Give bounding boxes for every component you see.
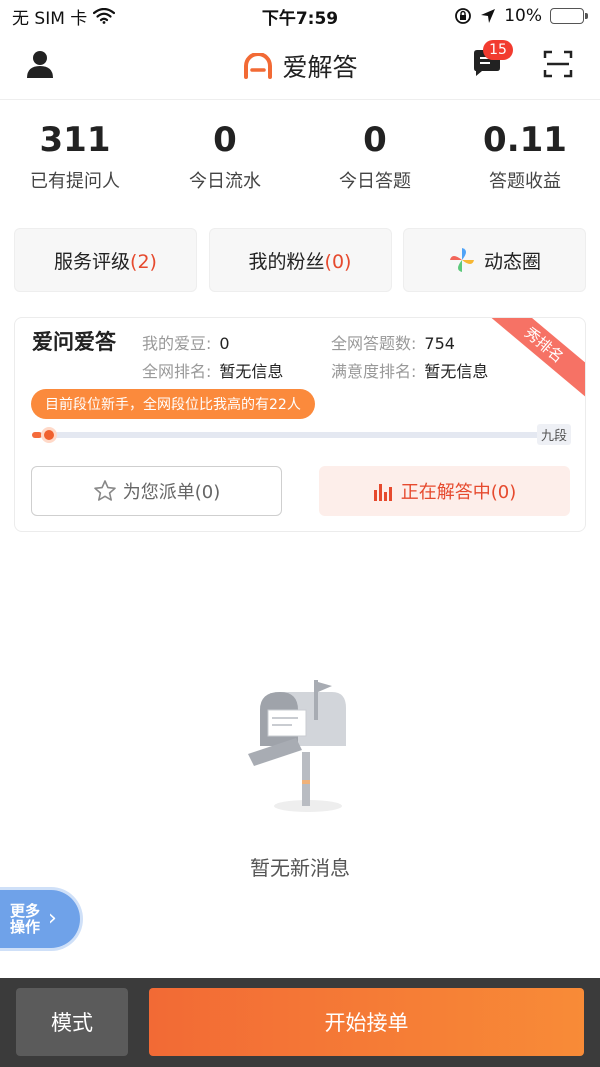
total-answers-info: 全网答题数: 754	[331, 330, 455, 354]
my-fans-button[interactable]: 我的粉丝(0)	[208, 228, 392, 292]
service-rating-button[interactable]: 服务评级(2)	[14, 228, 197, 292]
carrier-text: 无 SIM 卡	[12, 8, 88, 29]
chevron-right-icon: ›	[48, 905, 57, 931]
status-time: 下午7:59	[261, 8, 339, 29]
mailbox-illustration	[248, 680, 346, 812]
show-ranking-ribbon[interactable]: 秀排名	[478, 318, 585, 404]
satisfaction-rank-label: 满意度排名:	[331, 362, 417, 381]
bottom-bar: 模式 开始接单	[0, 978, 600, 1067]
start-taking-orders-button[interactable]: 开始接单	[149, 988, 584, 1056]
stat-value: 0	[213, 120, 237, 160]
service-rating-count: (2)	[130, 250, 157, 273]
bar-chart-icon	[373, 484, 392, 501]
wifi-icon	[93, 8, 116, 24]
scan-icon[interactable]	[542, 48, 574, 80]
app-title-text: 爱解答	[282, 52, 358, 82]
app-title: 爱解答	[242, 48, 358, 84]
battery-icon	[549, 8, 588, 24]
pinwheel-icon	[449, 248, 474, 272]
satisfaction-rank-info: 满意度排名: 暂无信息	[331, 358, 488, 382]
stat-label: 已有提问人	[30, 170, 120, 192]
rank-card-title: 爱问爱答	[32, 330, 116, 354]
quick-buttons: 服务评级(2) 我的粉丝(0) 动态圈	[14, 228, 586, 292]
total-answers-label: 全网答题数:	[331, 334, 417, 353]
status-right: 10%	[408, 6, 588, 26]
rank-card: 爱问爱答 我的爱豆: 0 全网答题数: 754 全网排名: 暂无信息 满意度排名: 暂无…	[14, 317, 586, 532]
beans-info: 我的爱豆: 0	[142, 330, 230, 354]
stat-earnings: 0.11 答题收益	[450, 120, 600, 210]
stat-value: 0	[363, 120, 387, 160]
assign-orders-label: 为您派单(0)	[122, 482, 221, 503]
network-rank-value: 暂无信息	[219, 362, 284, 381]
stat-label: 答题收益	[489, 170, 561, 192]
user-profile-icon[interactable]	[24, 48, 56, 80]
battery-percent: 10%	[504, 6, 542, 26]
empty-state-text: 暂无新消息	[250, 856, 350, 880]
fans-label: 我的粉丝	[248, 250, 325, 273]
level-progress-track	[32, 432, 540, 438]
beans-label: 我的爱豆:	[142, 334, 212, 353]
more-operations-tab[interactable]: 更多 操作 ›	[0, 890, 80, 948]
moments-label: 动态圈	[483, 250, 541, 273]
total-answers-value: 754	[424, 334, 455, 353]
stat-label: 今日答题	[339, 170, 411, 192]
stat-today-answers: 0 今日答题	[300, 120, 450, 210]
moments-button[interactable]: 动态圈	[403, 228, 586, 292]
assign-orders-button[interactable]: 为您派单(0)	[31, 466, 282, 516]
service-rating-label: 服务评级	[54, 250, 131, 273]
satisfaction-rank-value: 暂无信息	[424, 362, 489, 381]
status-bar: 无 SIM 卡 下午7:59 10%	[0, 0, 600, 32]
stat-label: 今日流水	[189, 170, 261, 192]
status-left: 无 SIM 卡	[12, 4, 192, 29]
mode-button[interactable]: 模式	[16, 988, 128, 1056]
level-end-tag: 九段	[537, 424, 572, 445]
app-logo-icon	[244, 52, 273, 79]
orientation-lock-icon	[455, 8, 472, 24]
fans-count: (0)	[324, 250, 352, 273]
network-rank-label: 全网排名:	[142, 362, 212, 381]
answering-label: 正在解答中(0)	[400, 482, 517, 503]
stat-value: 311	[39, 120, 111, 160]
answering-button[interactable]: 正在解答中(0)	[319, 466, 570, 516]
stat-today-flow: 0 今日流水	[150, 120, 300, 210]
location-icon	[481, 9, 496, 23]
more-operations-label: 更多 操作	[10, 901, 41, 936]
nav-bar: 爱解答 15	[0, 32, 600, 100]
beans-value: 0	[219, 334, 230, 353]
level-progress-knob	[41, 427, 57, 443]
stat-askers: 311 已有提问人	[0, 120, 150, 210]
message-badge: 15	[483, 40, 513, 60]
stats-row: 311 已有提问人 0 今日流水 0 今日答题 0.11 答题收益	[0, 120, 600, 210]
star-icon	[93, 480, 116, 501]
stat-value: 0.11	[483, 120, 567, 160]
level-tooltip: 目前段位新手，全网段位比我高的有22人	[31, 389, 315, 419]
network-rank-info: 全网排名: 暂无信息	[142, 358, 283, 382]
